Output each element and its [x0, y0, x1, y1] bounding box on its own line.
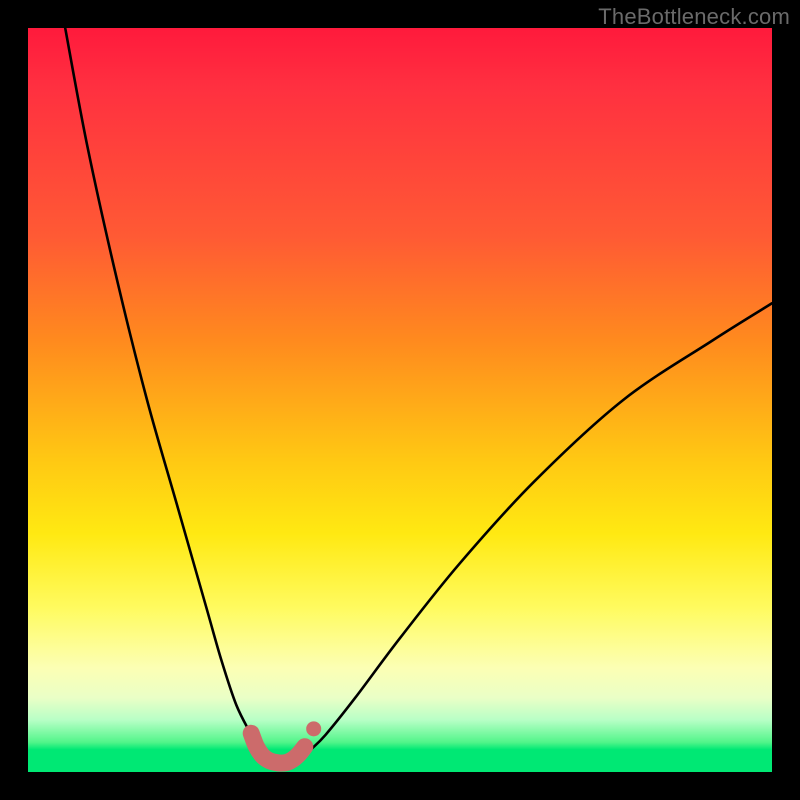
highlight-band-path [251, 733, 305, 763]
chart-svg [28, 28, 772, 772]
highlight-end-dot [306, 721, 321, 736]
plot-area [28, 28, 772, 772]
highlight-markers [251, 721, 321, 763]
bottleneck-curve [65, 28, 772, 763]
chart-frame: TheBottleneck.com [0, 0, 800, 800]
watermark-text: TheBottleneck.com [598, 4, 790, 30]
